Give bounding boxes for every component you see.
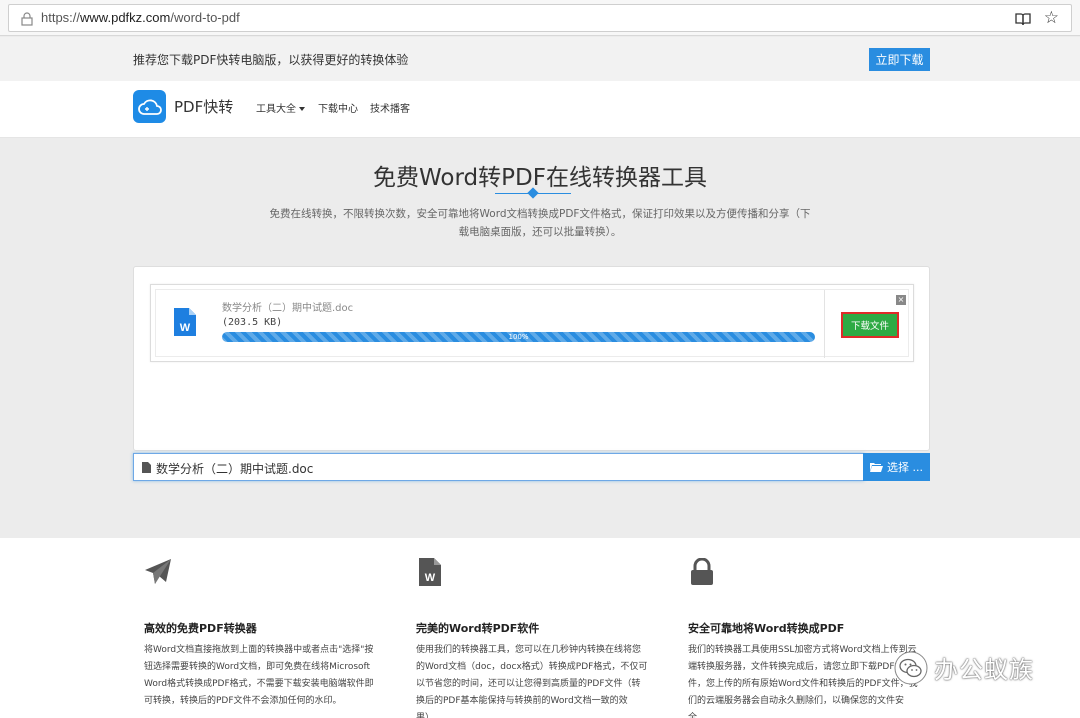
feature-description: 将Word文档直接拖放到上面的转换器中或者点击"选择"按钮选择需要转换的Word… [144,645,374,706]
paper-plane-icon [145,559,171,584]
file-actions: × 下载文件 [824,290,912,358]
word-file-icon: W [174,308,196,336]
lock-icon [21,12,33,26]
feature-description: 我们的转换器工具使用SSL加密方式将Word文档上传到云端转换服务器，文件转换完… [688,645,918,718]
download-now-button[interactable]: 立即下载 [869,48,930,71]
browser-toolbar: https://www.pdfkz.com/word-to-pdf ☆ [0,0,1080,36]
file-input-value: 数学分析（二）期中试题.doc [156,462,314,476]
logo-text[interactable]: PDF快转 [174,96,233,117]
promo-bar: 推荐您下载PDF快转电脑版，以获得更好的转换体验 立即下载 [0,37,1080,81]
reading-view-icon[interactable] [1015,11,1031,27]
features-section: 高效的免费PDF转换器 将Word文档直接拖放到上面的转换器中或者点击"选择"按… [0,538,1080,718]
feature-description: 使用我们的转换器工具，您可以在几秒钟内转换在线将您的Word文档（doc，doc… [416,645,648,718]
logo-cloud-icon[interactable] [133,90,166,123]
download-file-button[interactable]: 下载文件 [841,312,899,338]
promo-text: 推荐您下载PDF快转电脑版，以获得更好的转换体验 [133,53,409,67]
file-name: 数学分析（二）期中试题.doc [222,303,354,314]
file-path-input[interactable]: 数学分析（二）期中试题.doc [133,453,864,481]
nav-item-download-center[interactable]: 下载中心 [318,100,358,115]
site-navbar: PDF快转 工具大全 下载中心 技术播客 [0,81,1080,138]
nav-item-tools[interactable]: 工具大全 [256,100,305,115]
feature-title: 高效的免费PDF转换器 [144,622,257,635]
watermark-text: 办公蚁族 [934,656,1034,684]
feature-title: 安全可靠地将Word转换成PDF [688,622,845,635]
file-icon [142,462,151,473]
chevron-down-icon [299,107,305,111]
lock-icon [691,558,713,585]
file-size: (203.5 KB) [222,317,283,328]
progress-label: 100% [508,333,529,341]
select-button-label: 选择 ... [887,461,923,474]
page-description: 免费在线转换，不限转换次数，安全可靠地将Word文档转换成PDF文件格式，保证打… [269,208,811,238]
favorite-star-icon[interactable]: ☆ [1044,8,1059,28]
converter-panel: W 数学分析（二）期中试题.doc (203.5 KB) 100% × 下载文件 [133,266,930,451]
file-card: W 数学分析（二）期中试题.doc (203.5 KB) 100% × 下载文件 [150,284,914,362]
url-text: https://www.pdfkz.com/word-to-pdf [41,10,240,25]
progress-bar: 100% [222,332,815,342]
word-file-icon: W [419,558,441,586]
select-file-button[interactable]: 选择 ... [863,453,930,481]
close-icon[interactable]: × [896,295,906,305]
folder-open-icon [870,463,883,472]
watermark: 办公蚁族 [894,650,1034,685]
svg-text:W: W [180,322,191,334]
wechat-logo-icon [894,651,928,684]
nav-item-tech-blog[interactable]: 技术播客 [370,100,410,115]
feature-title: 完美的Word转PDF软件 [416,622,540,635]
page-title: 免费Word转PDF在线转换器工具 [373,165,707,191]
address-bar[interactable]: https://www.pdfkz.com/word-to-pdf ☆ [8,4,1072,32]
svg-text:W: W [425,572,436,584]
